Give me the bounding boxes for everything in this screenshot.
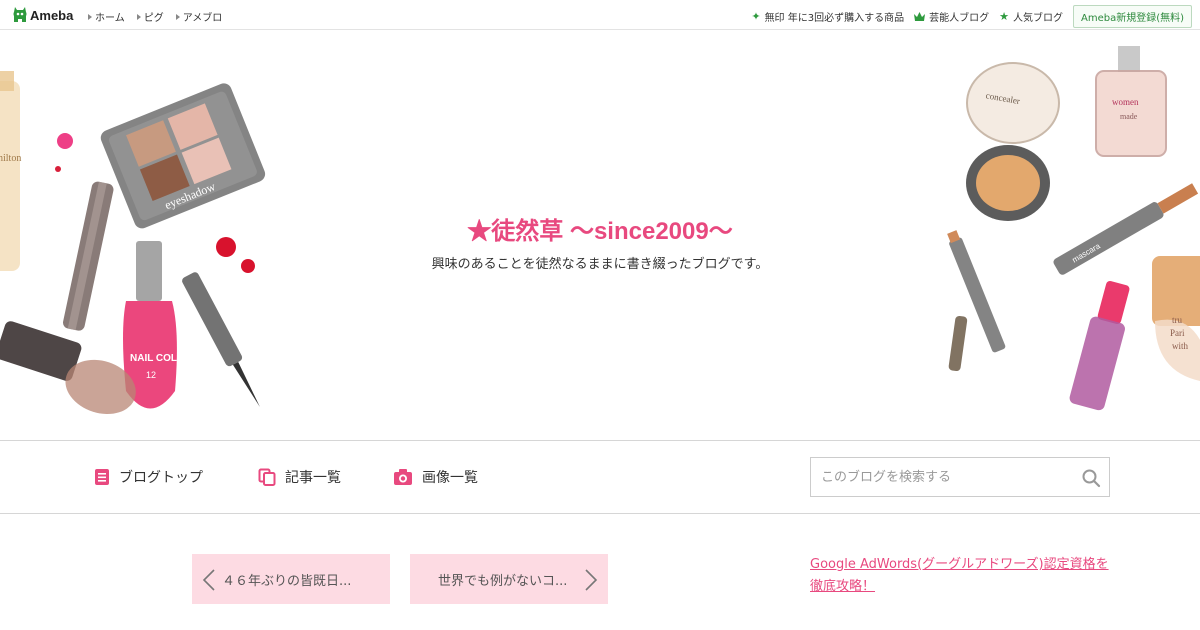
link-celebrity-blogs-label: 芸能人ブログ	[929, 13, 990, 24]
chevron-left-icon	[202, 569, 215, 591]
nav-blog-top-label: ブログトップ	[119, 470, 203, 486]
camera-icon	[394, 469, 412, 485]
sparkle-icon: ✦	[751, 10, 761, 23]
blog-title[interactable]: ★徒然草 ～since2009～	[0, 211, 1200, 246]
art-label-tru: tru	[1172, 315, 1182, 325]
triangle-icon	[88, 13, 92, 20]
triangle-icon	[136, 13, 141, 20]
global-nav: ホーム ピグ アメブロ	[88, 9, 222, 24]
nav-blog-top[interactable]: ブログトップ	[94, 467, 203, 487]
logo-text: Ameba	[30, 7, 74, 23]
star-icon: ★	[999, 10, 1009, 23]
search-icon[interactable]	[1081, 468, 1101, 488]
nav-image-list[interactable]: 画像一覧	[393, 467, 478, 487]
art-label-made: made	[1120, 112, 1138, 121]
ad-link[interactable]: Google AdWords(グーグルアドワーズ)認定資格を徹底攻略！	[810, 554, 1120, 598]
link-popular-blogs-label: 人気ブログ	[1012, 13, 1063, 24]
copy-icon	[258, 468, 276, 486]
nav-pigg[interactable]: ピグ	[136, 9, 164, 24]
prev-article-button[interactable]: ４６年ぶりの皆既日...	[192, 554, 390, 604]
nav-ameblo[interactable]: アメブロ	[175, 9, 223, 24]
blog-description: 興味のあることを徒然なるままに書き綴ったブログです。	[431, 257, 769, 272]
art-label-hilton: hilton	[0, 153, 21, 164]
link-muji-topic-label: 無印 年に3回必ず購入する商品	[764, 13, 905, 24]
register-button[interactable]: Ameba新規登録(無料)	[1072, 5, 1192, 28]
nav-article-list-label: 記事一覧	[285, 470, 341, 486]
nav-ameblo-label: アメブロ	[182, 13, 223, 24]
art-label-pari: Pari	[1170, 328, 1185, 338]
global-header: Ameba ホーム ピグ アメブロ ✦ 無印 年に3回必ず購入する商品 芸能人ブ…	[0, 0, 1200, 30]
chevron-right-icon	[585, 569, 598, 591]
crown-icon	[914, 12, 926, 21]
prev-article-label: ４６年ぶりの皆既日...	[222, 573, 352, 589]
nav-article-list[interactable]: 記事一覧	[258, 467, 341, 487]
link-popular-blogs[interactable]: ★ 人気ブログ	[999, 9, 1063, 24]
next-article-label: 世界でも例がないコ...	[438, 573, 568, 589]
next-article-button[interactable]: 世界でも例がないコ...	[410, 554, 608, 604]
nav-pigg-label: ピグ	[143, 13, 164, 24]
art-label-nail-color: NAIL COLOR	[130, 353, 193, 364]
art-label-women: women	[1112, 97, 1139, 107]
nav-image-list-label: 画像一覧	[422, 470, 478, 486]
ameba-logo[interactable]: Ameba	[12, 6, 73, 24]
art-label-12: 12	[146, 370, 156, 380]
nav-home-label: ホーム	[95, 13, 125, 24]
search-input[interactable]	[811, 458, 1071, 496]
nav-home[interactable]: ホーム	[88, 9, 125, 24]
blog-nav: ブログトップ 記事一覧 画像一覧	[0, 440, 1200, 514]
link-muji-topic[interactable]: ✦ 無印 年に3回必ず購入する商品	[751, 9, 904, 24]
blog-search	[810, 457, 1110, 497]
document-icon	[95, 469, 109, 485]
ameba-logo-icon	[13, 7, 27, 22]
art-label-with: with	[1172, 341, 1189, 351]
blog-header: hilton eyeshadow NAIL COLOR 12 concealer…	[0, 31, 1200, 440]
header-links: ✦ 無印 年に3回必ず購入する商品 芸能人ブログ ★ 人気ブログ Ameba新規…	[751, 5, 1192, 28]
link-celebrity-blogs[interactable]: 芸能人ブログ	[914, 9, 989, 24]
triangle-icon	[175, 13, 180, 20]
